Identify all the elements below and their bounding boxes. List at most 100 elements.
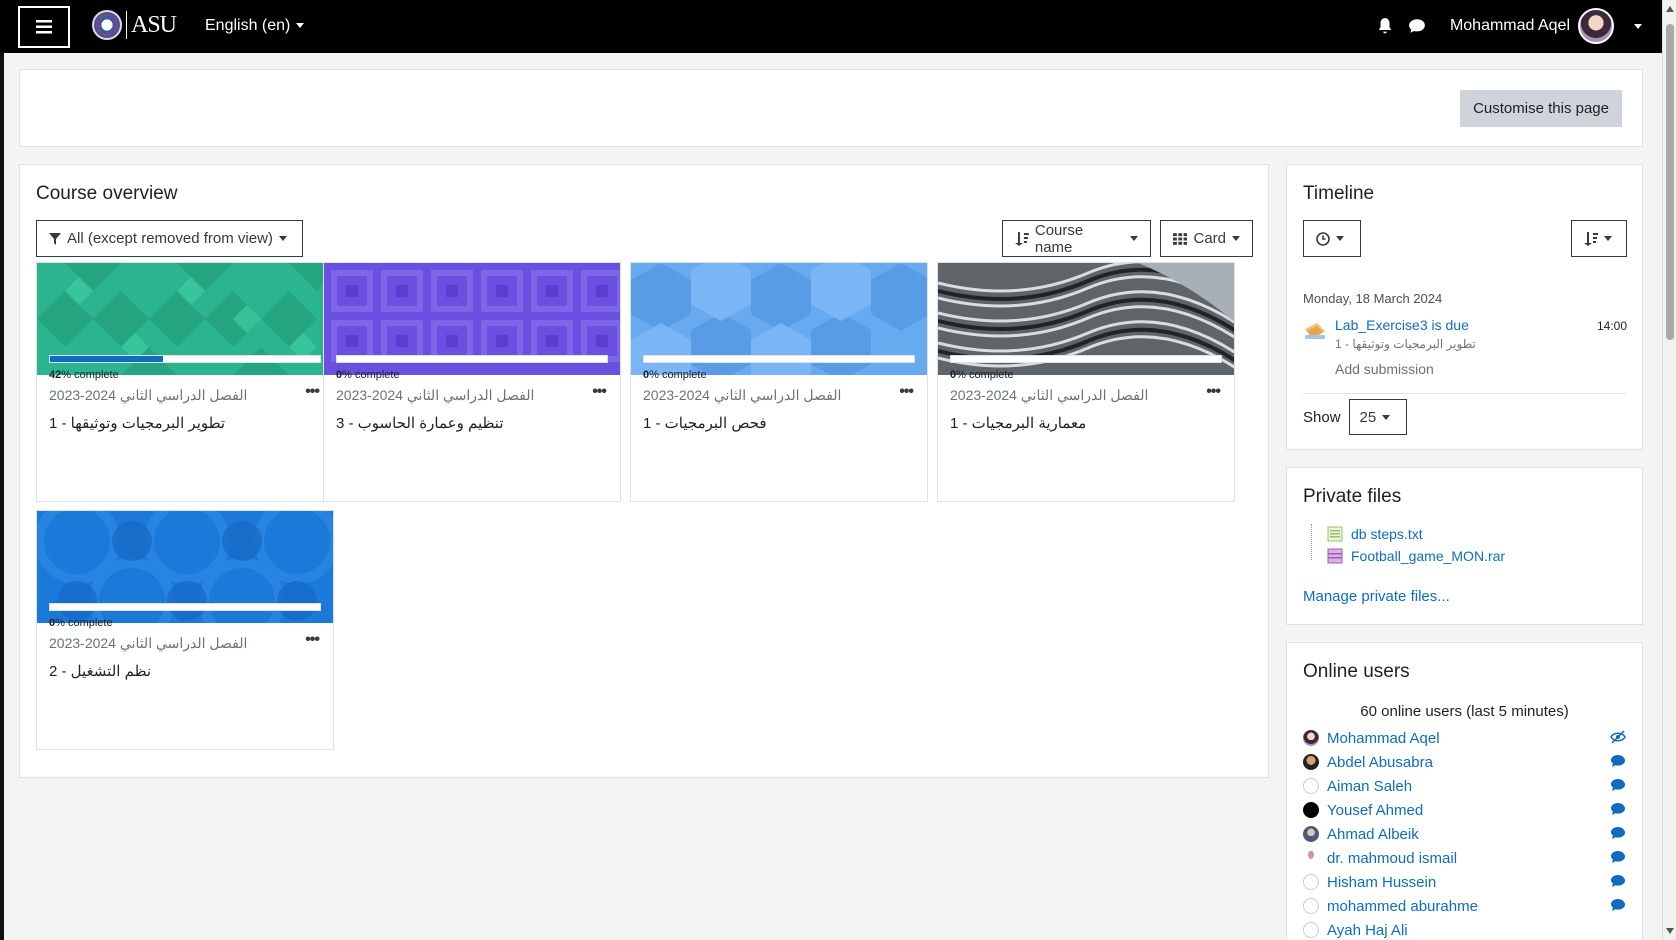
- timeline-sort-dropdown[interactable]: [1571, 220, 1627, 257]
- online-user-link[interactable]: Hisham Hussein: [1327, 874, 1436, 891]
- user-avatar[interactable]: [1578, 8, 1614, 44]
- timeline-add-submission-link[interactable]: Add submission: [1335, 361, 1434, 377]
- file-item[interactable]: db steps.txt: [1327, 526, 1423, 542]
- course-card-body: الفصل الدراسي الثاني 2024-2023 معمارية ا…: [938, 375, 1234, 444]
- message-icon[interactable]: [1610, 874, 1626, 888]
- file-name-link[interactable]: Football_game_MON.rar: [1351, 548, 1505, 564]
- chevron-down-icon: [1130, 236, 1138, 241]
- course-card[interactable]: الفصل الدراسي الثاني 2024-2023 تطوير الب…: [36, 262, 334, 502]
- course-actions-menu-icon[interactable]: •••: [1206, 383, 1221, 401]
- logo-text: ASU: [131, 12, 177, 38]
- user-avatar[interactable]: [1303, 730, 1319, 746]
- scroll-up-icon[interactable]: [1666, 6, 1674, 12]
- course-progress-text: 0% complete: [950, 369, 1014, 381]
- course-card-body: الفصل الدراسي الثاني 2024-2023 تنظيم وعم…: [324, 375, 620, 444]
- timeline-show-control: Show 25: [1303, 399, 1407, 435]
- course-card[interactable]: الفصل الدراسي الثاني 2024-2023 معمارية ا…: [937, 262, 1235, 502]
- user-avatar[interactable]: [1303, 850, 1319, 866]
- chevron-down-icon: [1382, 414, 1391, 420]
- timeline-date-heading: Monday, 18 March 2024: [1303, 291, 1443, 306]
- course-name-link[interactable]: تنظيم وعمارة الحاسوب - 3: [336, 414, 608, 432]
- message-icon[interactable]: [1610, 754, 1626, 768]
- university-seal-icon: [92, 10, 122, 40]
- course-card[interactable]: الفصل الدراسي الثاني 2024-2023 تنظيم وعم…: [323, 262, 621, 502]
- drawer-toggle-button[interactable]: [18, 6, 70, 48]
- user-avatar[interactable]: [1303, 826, 1319, 842]
- course-name-link[interactable]: فحص البرمجيات - 1: [643, 414, 915, 432]
- file-name-link[interactable]: db steps.txt: [1351, 526, 1423, 542]
- course-overview-block: Course overview All (except removed from…: [19, 164, 1269, 778]
- course-view-dropdown[interactable]: Card: [1160, 220, 1253, 257]
- online-user-row: dr. mahmoud ismail: [1303, 846, 1626, 870]
- online-user-link[interactable]: mohammed aburahme: [1327, 898, 1478, 915]
- online-user-link[interactable]: dr. mahmoud ismail: [1327, 850, 1457, 867]
- message-icon[interactable]: [1610, 898, 1626, 912]
- user-avatar[interactable]: [1303, 874, 1319, 890]
- hamburger-icon: [36, 20, 52, 34]
- message-icon[interactable]: [1610, 802, 1626, 816]
- user-avatar[interactable]: [1303, 898, 1319, 914]
- timeline-show-select[interactable]: 25: [1348, 399, 1407, 435]
- course-actions-menu-icon[interactable]: •••: [305, 383, 320, 401]
- user-avatar[interactable]: [1303, 922, 1319, 938]
- online-user-row: Abdel Abusabra: [1303, 750, 1626, 774]
- customise-page-button[interactable]: Customise this page: [1460, 90, 1622, 127]
- scroll-down-icon[interactable]: [1666, 928, 1674, 934]
- timeline-event-course: تطوير البرمجيات وتوثيقها - 1: [1335, 337, 1476, 351]
- assignment-icon: [1305, 323, 1325, 339]
- course-actions-menu-icon[interactable]: •••: [899, 383, 914, 401]
- course-card[interactable]: الفصل الدراسي الثاني 2024-2023 نظم التشغ…: [36, 510, 334, 750]
- user-avatar[interactable]: [1303, 778, 1319, 794]
- online-user-link[interactable]: Yousef Ahmed: [1327, 802, 1423, 819]
- course-overview-title: Course overview: [36, 183, 178, 204]
- course-actions-menu-icon[interactable]: •••: [305, 631, 320, 649]
- user-menu-chevron-icon[interactable]: [1634, 23, 1642, 29]
- course-progress-suffix: % complete: [342, 369, 400, 381]
- online-user-link[interactable]: Ahmad Albeik: [1327, 826, 1419, 843]
- course-progress-bar: [49, 355, 321, 363]
- bell-icon[interactable]: [1376, 17, 1394, 35]
- online-user-row: Yousef Ahmed: [1303, 798, 1626, 822]
- timeline-title: Timeline: [1303, 183, 1375, 204]
- course-name-link[interactable]: معمارية البرمجيات - 1: [950, 414, 1222, 432]
- online-user-row: Ahmad Albeik: [1303, 822, 1626, 846]
- text-file-icon: [1327, 526, 1343, 542]
- online-user-link[interactable]: Abdel Abusabra: [1327, 754, 1433, 771]
- site-logo[interactable]: ASU: [92, 10, 177, 40]
- timeline-day-filter-dropdown[interactable]: [1303, 220, 1361, 257]
- page-scrollbar[interactable]: [1662, 0, 1676, 940]
- user-name[interactable]: Mohammad Aqel: [1450, 17, 1570, 35]
- course-name-link[interactable]: تطوير البرمجيات وتوثيقها - 1: [49, 414, 321, 432]
- online-user-row: Ayah Haj Ali: [1303, 918, 1626, 940]
- course-progress-suffix: % complete: [55, 617, 113, 629]
- user-avatar[interactable]: [1303, 802, 1319, 818]
- timeline-block: Timeline Monday, 18 March 2024 Lab_Exerc…: [1286, 164, 1643, 450]
- message-icon[interactable]: [1610, 778, 1626, 792]
- scrollbar-thumb[interactable]: [1666, 24, 1674, 340]
- file-item[interactable]: Football_game_MON.rar: [1327, 548, 1505, 564]
- online-user-link[interactable]: Ayah Haj Ali: [1327, 922, 1408, 939]
- language-menu[interactable]: English (en): [205, 17, 305, 35]
- course-card[interactable]: الفصل الدراسي الثاني 2024-2023 فحص البرم…: [630, 262, 928, 502]
- message-icon[interactable]: [1610, 826, 1626, 840]
- course-view-label: Card: [1193, 230, 1226, 247]
- archive-file-icon: [1327, 548, 1343, 564]
- logo-divider: [126, 11, 127, 39]
- course-progress-text: 0% complete: [643, 369, 707, 381]
- online-user-link[interactable]: Aiman Saleh: [1327, 778, 1412, 795]
- course-filter-dropdown[interactable]: All (except removed from view): [36, 220, 303, 257]
- message-icon[interactable]: [1408, 17, 1426, 35]
- hide-visibility-icon[interactable]: [1610, 730, 1626, 744]
- user-avatar[interactable]: [1303, 754, 1319, 770]
- course-name-link[interactable]: نظم التشغيل - 2: [49, 662, 321, 680]
- chevron-down-icon: [278, 236, 287, 241]
- grid-icon: [1173, 232, 1188, 245]
- course-actions-menu-icon[interactable]: •••: [592, 383, 607, 401]
- message-icon[interactable]: [1610, 850, 1626, 864]
- manage-private-files-link[interactable]: Manage private files...: [1303, 588, 1450, 605]
- online-user-row: Hisham Hussein: [1303, 870, 1626, 894]
- course-sort-dropdown[interactable]: Course name: [1002, 220, 1151, 257]
- timeline-event-link[interactable]: Lab_Exercise3 is due: [1335, 317, 1469, 333]
- online-user-link[interactable]: Mohammad Aqel: [1327, 730, 1440, 747]
- chevron-down-icon: [1336, 236, 1344, 241]
